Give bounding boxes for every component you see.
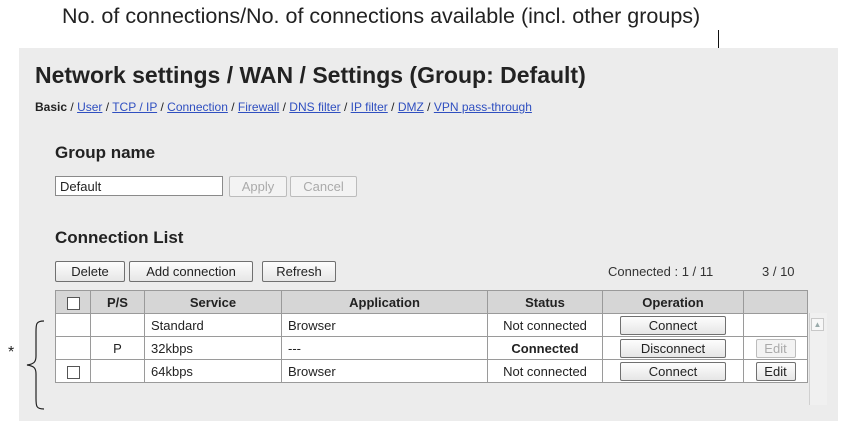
rows-brace-icon: [26, 320, 45, 410]
row-application: Browser: [281, 359, 488, 383]
table-row: P 32kbps --- Connected Disconnect Edit: [55, 336, 808, 360]
refresh-button[interactable]: Refresh: [262, 261, 336, 282]
annotation-top-label: No. of connections/No. of connections av…: [62, 4, 701, 28]
cancel-button[interactable]: Cancel: [290, 176, 357, 197]
breadcrumb-current: Basic: [35, 100, 68, 114]
row-checkbox[interactable]: [66, 365, 80, 379]
scroll-up-arrow-icon[interactable]: ▲: [811, 318, 824, 331]
breadcrumb-link-ip-filter[interactable]: IP filter: [351, 100, 388, 114]
group-name-input[interactable]: [55, 176, 223, 196]
apply-button[interactable]: Apply: [229, 176, 287, 197]
row-ps: [90, 359, 145, 383]
breadcrumb-link-dns-filter[interactable]: DNS filter: [289, 100, 340, 114]
column-header-service: Service: [144, 290, 282, 314]
row-ps: P: [90, 336, 145, 360]
breadcrumb-link-connection[interactable]: Connection: [167, 100, 228, 114]
edit-button[interactable]: Edit: [755, 338, 796, 358]
breadcrumb-link-firewall[interactable]: Firewall: [238, 100, 279, 114]
row-status: Not connected: [487, 359, 603, 383]
breadcrumb-link-user[interactable]: User: [77, 100, 102, 114]
page-title: Network settings / WAN / Settings (Group…: [35, 62, 586, 88]
connect-button[interactable]: Connect: [620, 361, 726, 381]
row-service: Standard: [144, 313, 282, 337]
breadcrumb: Basic / User / TCP / IP / Connection / F…: [35, 100, 532, 114]
connection-table: P/S Service Application Status Operation…: [55, 290, 808, 383]
column-header-application: Application: [281, 290, 488, 314]
edit-button[interactable]: Edit: [755, 361, 796, 381]
column-header-ps: P/S: [90, 290, 145, 314]
column-header-edit: [743, 290, 808, 314]
disconnect-button[interactable]: Disconnect: [620, 338, 726, 358]
column-header-status: Status: [487, 290, 603, 314]
group-name-heading: Group name: [55, 143, 156, 162]
connect-button[interactable]: Connect: [620, 315, 726, 335]
breadcrumb-link-vpn-pass-through[interactable]: VPN pass-through: [434, 100, 532, 114]
row-ps: [90, 313, 145, 337]
asterisk-annotation: *: [8, 344, 15, 361]
row-status: Connected: [487, 336, 603, 360]
breadcrumb-link-tcp-ip[interactable]: TCP / IP: [112, 100, 157, 114]
row-application: ---: [281, 336, 488, 360]
table-header-row: P/S Service Application Status Operation: [55, 290, 808, 314]
select-all-checkbox[interactable]: [66, 296, 80, 310]
breadcrumb-link-dmz[interactable]: DMZ: [398, 100, 424, 114]
connection-list-heading: Connection List: [55, 228, 184, 247]
row-status: Not connected: [487, 313, 603, 337]
add-connection-button[interactable]: Add connection: [129, 261, 253, 282]
row-service: 64kbps: [144, 359, 282, 383]
select-all-header: [55, 290, 91, 314]
delete-button[interactable]: Delete: [55, 261, 125, 282]
column-header-operation: Operation: [602, 290, 744, 314]
row-application: Browser: [281, 313, 488, 337]
table-row: 64kbps Browser Not connected Connect Edi…: [55, 359, 808, 383]
connection-count: 3 / 10: [762, 264, 795, 279]
connected-count: Connected : 1 / 11: [608, 264, 714, 279]
table-row: Standard Browser Not connected Connect: [55, 313, 808, 337]
row-service: 32kbps: [144, 336, 282, 360]
